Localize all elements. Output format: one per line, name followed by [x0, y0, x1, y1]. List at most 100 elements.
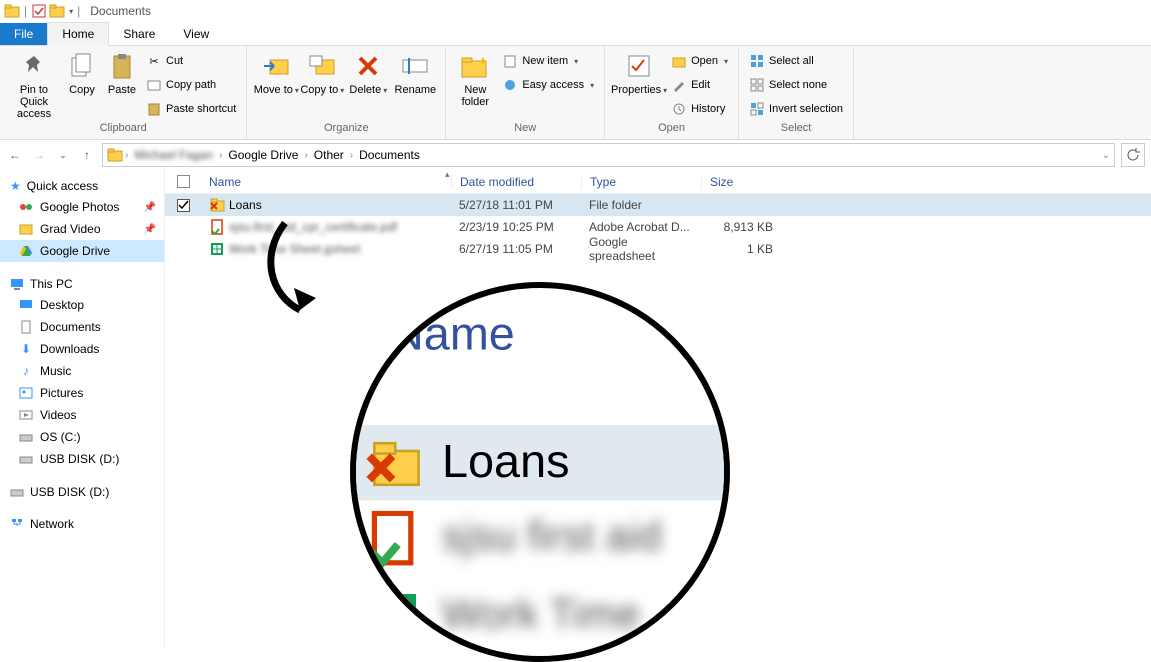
usb-icon	[18, 451, 34, 467]
label: Downloads	[40, 342, 99, 356]
sidebar-google-drive[interactable]: Google Drive	[0, 240, 164, 262]
sidebar-grad-video[interactable]: Grad Video📌	[0, 218, 164, 240]
column-name[interactable]: Name	[201, 175, 451, 189]
up-button[interactable]: ↑	[78, 146, 96, 164]
zoom-loans-label: Loans	[442, 435, 570, 490]
sidebar-pictures[interactable]: Pictures	[0, 382, 164, 404]
select-all-button[interactable]: Select all	[745, 50, 847, 72]
label: USB DISK (D:)	[30, 485, 109, 499]
group-label: Open	[658, 122, 685, 138]
drive-icon	[18, 429, 34, 445]
separator: |	[24, 4, 27, 18]
properties-button[interactable]: Properties▾	[611, 48, 667, 97]
qat-dropdown-icon[interactable]: ▾	[69, 7, 73, 16]
zoom-name-header: Name	[390, 308, 515, 363]
label: Google Photos	[40, 200, 119, 214]
file-name: Work Time Sheet.gsheet	[229, 242, 360, 256]
folder-icon	[49, 3, 65, 19]
sidebar-music[interactable]: ♪Music	[0, 360, 164, 382]
label: Move to▾	[254, 84, 299, 97]
drive-icon	[18, 243, 34, 259]
sidebar-network[interactable]: Network	[0, 514, 164, 534]
label: Pictures	[40, 386, 83, 400]
column-type[interactable]: Type	[581, 175, 701, 189]
group-clipboard: Pin to Quick access Copy Paste ✂Cut Copy…	[0, 46, 247, 139]
sidebar-quick-access[interactable]: ★Quick access	[0, 176, 164, 196]
qat-properties-icon[interactable]	[31, 3, 47, 19]
label: OS (C:)	[40, 430, 81, 444]
chevron-icon[interactable]: ›	[219, 150, 222, 161]
pdf-icon	[209, 219, 225, 235]
open-button[interactable]: Open▾	[667, 50, 732, 72]
label: Delete▾	[349, 84, 387, 97]
select-none-button[interactable]: Select none	[745, 74, 847, 96]
chevron-icon[interactable]: ›	[304, 150, 307, 161]
edit-icon	[671, 77, 687, 93]
label: Open	[691, 55, 718, 67]
group-label: Clipboard	[100, 122, 147, 138]
forward-button[interactable]: →	[30, 146, 48, 164]
file-date: 5/27/18 11:01 PM	[451, 198, 581, 212]
breadcrumb-other[interactable]: Other	[310, 148, 348, 162]
rename-button[interactable]: Rename	[391, 48, 439, 96]
paste-button[interactable]: Paste	[102, 48, 142, 96]
documents-icon	[18, 319, 34, 335]
new-item-button[interactable]: New item▾	[498, 50, 598, 72]
label: Copy to▾	[300, 84, 344, 97]
pin-to-quick-access-button[interactable]: Pin to Quick access	[6, 48, 62, 120]
move-to-button[interactable]: Move to▾	[253, 48, 299, 97]
file-row-loans[interactable]: Loans 5/27/18 11:01 PM File folder	[165, 194, 1151, 216]
sidebar-os-c[interactable]: OS (C:)	[0, 426, 164, 448]
delete-button[interactable]: Delete▾	[345, 48, 391, 97]
sidebar-videos[interactable]: Videos	[0, 404, 164, 426]
edit-button[interactable]: Edit	[667, 74, 732, 96]
cut-button[interactable]: ✂Cut	[142, 50, 240, 72]
zoom-row-gsheet: Work Time	[350, 578, 730, 656]
sidebar-downloads[interactable]: ⬇ Downloads	[0, 338, 164, 360]
copy-button[interactable]: Copy	[62, 48, 102, 96]
refresh-button[interactable]	[1121, 143, 1145, 167]
column-checkbox[interactable]	[165, 175, 201, 188]
breadcrumb-user[interactable]: Michael Fagan	[130, 148, 217, 162]
column-date[interactable]: Date modified	[451, 175, 581, 189]
tab-share[interactable]: Share	[109, 23, 169, 45]
label: Copy	[69, 84, 95, 96]
group-select: Select all Select none Invert selection …	[739, 46, 854, 139]
column-size[interactable]: Size	[701, 175, 781, 189]
breadcrumb-gdrive[interactable]: Google Drive	[224, 148, 302, 162]
chevron-icon[interactable]: ›	[125, 150, 128, 161]
sidebar-usb-1[interactable]: USB DISK (D:)	[0, 448, 164, 470]
sidebar-desktop[interactable]: Desktop	[0, 294, 164, 316]
copy-path-button[interactable]: Copy path	[142, 74, 240, 96]
sidebar-documents[interactable]: Documents	[0, 316, 164, 338]
recent-dropdown[interactable]: ⌄	[54, 146, 72, 164]
label: This PC	[30, 277, 73, 291]
label: Paste shortcut	[166, 103, 236, 115]
address-dropdown-icon[interactable]: ⌄	[1102, 150, 1110, 161]
easy-access-button[interactable]: Easy access▾	[498, 74, 598, 96]
tab-view[interactable]: View	[169, 23, 223, 45]
back-button[interactable]: ←	[6, 146, 24, 164]
history-button[interactable]: History	[667, 98, 732, 120]
paste-icon	[106, 50, 138, 82]
copy-to-button[interactable]: Copy to▾	[299, 48, 345, 97]
file-date: 6/27/19 11:05 PM	[451, 242, 581, 256]
pin-icon: 📌	[144, 224, 156, 235]
new-item-icon	[502, 53, 518, 69]
tab-file[interactable]: File	[0, 23, 47, 45]
file-row-gsheet[interactable]: Work Time Sheet.gsheet 6/27/19 11:05 PM …	[165, 238, 1151, 260]
chevron-icon[interactable]: ›	[350, 150, 353, 161]
sidebar-usb-2[interactable]: USB DISK (D:)	[0, 482, 164, 502]
address-bar[interactable]: › Michael Fagan › Google Drive › Other ›…	[102, 143, 1115, 167]
new-folder-button[interactable]: New folder	[452, 48, 498, 108]
invert-selection-button[interactable]: Invert selection	[745, 98, 847, 120]
breadcrumb-documents[interactable]: Documents	[355, 148, 424, 162]
downloads-icon: ⬇	[18, 341, 34, 357]
row-checkbox[interactable]	[165, 199, 201, 212]
tab-home[interactable]: Home	[47, 22, 109, 46]
group-label: Organize	[324, 122, 369, 138]
paste-shortcut-button[interactable]: Paste shortcut	[142, 98, 240, 120]
sidebar-this-pc[interactable]: This PC	[0, 274, 164, 294]
sidebar-google-photos[interactable]: Google Photos📌	[0, 196, 164, 218]
zoom-gsheet-label: Work Time	[442, 594, 640, 641]
